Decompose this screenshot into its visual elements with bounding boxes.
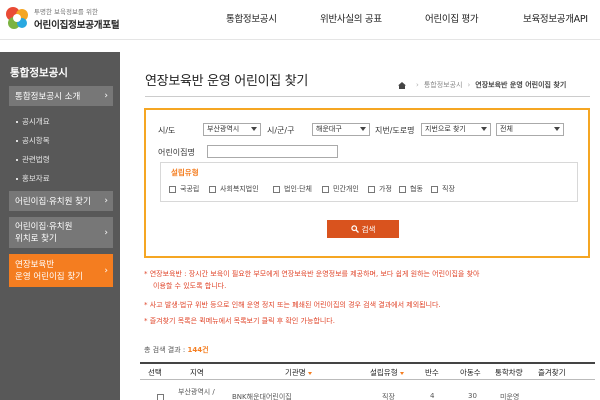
sidebar-subitem-items[interactable]: 공시항목	[16, 135, 50, 146]
sidebar-subitem-overview[interactable]: 공시개요	[16, 116, 50, 127]
column-favorite: 즐겨찾기	[538, 368, 566, 377]
road-detail-select[interactable]: 전체	[496, 123, 564, 136]
sidebar-item-label: 통합정보공시 소개	[15, 92, 81, 102]
search-button[interactable]: 검색	[327, 220, 399, 238]
sidebar-item-location[interactable]: 어린이집·유치원 위치로 찾기 ›	[9, 217, 113, 248]
road-label: 지번/도로명	[375, 126, 415, 135]
row-name[interactable]: BNK해운대어린이집	[232, 392, 292, 400]
site-header: 투명한 보육정보를 위한 어린이집정보공개포털 통합정보공시 위반사실의 공표 …	[0, 0, 600, 40]
sido-label: 시/도	[158, 126, 176, 135]
chevron-down-icon	[554, 127, 560, 131]
checkbox-icon	[169, 185, 176, 193]
type-checkbox-welfare[interactable]: 사회복지법인	[209, 184, 259, 194]
nav-violation[interactable]: 위반사실의 공표	[320, 11, 382, 25]
row-checkbox[interactable]	[157, 394, 164, 400]
column-classes: 반수	[425, 368, 439, 377]
search-button-label: 검색	[361, 224, 376, 234]
checkbox-icon	[322, 185, 329, 193]
logo-mark-icon	[6, 7, 28, 29]
breadcrumb-separator-icon: ›	[467, 81, 471, 89]
sidebar-subitem-promo[interactable]: 홍보자료	[16, 173, 50, 184]
nav-disclosure[interactable]: 통합정보공시	[226, 11, 277, 25]
chevron-right-icon: ›	[104, 91, 108, 101]
type-checkbox-workplace[interactable]: 직장	[431, 184, 455, 194]
nav-api[interactable]: 보육정보공개API	[523, 11, 588, 25]
checkbox-icon	[273, 185, 280, 193]
column-type[interactable]: 설립유형	[370, 367, 404, 378]
notice-extended-care: * 연장보육반 : 장시간 보육이 필요한 부모에게 연장보육반 운영정보를 제…	[144, 270, 480, 290]
checkbox-icon	[399, 185, 406, 193]
sidebar-item-find[interactable]: 어린이집·유치원 찾기 ›	[9, 191, 113, 211]
column-select: 선택	[148, 368, 162, 377]
results-table-header: 선택 지역 기관명 설립유형 반수 아동수 통학차량 즐겨찾기	[140, 362, 595, 380]
home-icon[interactable]	[398, 81, 406, 89]
sort-arrow-icon	[399, 371, 404, 375]
sidebar-title: 통합정보공시	[10, 67, 68, 79]
breadcrumb-current: 연장보육반 운영 어린이집 찾기	[475, 81, 567, 89]
road-type-select[interactable]: 지번으로 찾기	[421, 123, 491, 136]
notice-favorites: * 즐겨찾기 목록은 퀵메뉴에서 목록보기 클릭 후 확인 가능합니다.	[144, 317, 335, 325]
column-region: 지역	[190, 368, 204, 377]
type-checkbox-home[interactable]: 가정	[368, 184, 392, 194]
sidebar-item-label: 어린이집·유치원 찾기	[15, 197, 91, 207]
breadcrumb-item[interactable]: 통합정보공시	[424, 80, 463, 90]
row-region: 부산광역시 /	[178, 388, 215, 396]
sidebar-subitem-laws[interactable]: 관련법령	[16, 154, 50, 165]
row-children: 30	[468, 392, 477, 400]
type-checkbox-corp[interactable]: 법인·단체	[273, 184, 312, 194]
logo-tagline: 투명한 보육정보를 위한	[34, 8, 98, 16]
sigungu-label: 시/군/구	[267, 126, 295, 135]
sidebar: 통합정보공시 통합정보공시 소개 › 공시개요 공시항목 관련법령 홍보자료 어…	[0, 52, 120, 400]
sort-arrow-icon	[307, 371, 312, 375]
search-panel: 시/도 부산광역시 시/군/구 해운대구 지번/도로명 지번으로 찾기 전체 어…	[144, 108, 590, 258]
sidebar-item-label: 어린이집·유치원 위치로 찾기	[15, 221, 73, 244]
breadcrumb: › 통합정보공시 › 연장보육반 운영 어린이집 찾기	[398, 80, 566, 90]
chevron-right-icon: ›	[104, 196, 108, 206]
type-checkbox-coop[interactable]: 협동	[399, 184, 423, 194]
name-input[interactable]	[207, 145, 338, 158]
table-row[interactable]: 부산광역시 / BNK해운대어린이집 직장 4 30 미운영	[140, 383, 595, 400]
page-title: 연장보육반 운영 어린이집 찾기	[145, 74, 309, 89]
chevron-down-icon	[360, 127, 366, 131]
row-type: 직장	[382, 393, 395, 400]
checkbox-icon	[431, 185, 438, 193]
chevron-right-icon: ›	[104, 265, 108, 276]
chevron-down-icon	[251, 127, 257, 131]
sigungu-select[interactable]: 해운대구	[312, 123, 370, 136]
checkbox-icon	[209, 185, 216, 193]
notice-excluded: * 사고 발생·법규 위반 등으로 인해 운영 정지 또는 폐쇄된 어린이집의 …	[144, 301, 441, 309]
search-icon	[350, 225, 359, 233]
logo-title: 어린이집정보공개포털	[34, 20, 120, 31]
sidebar-item-extended-care[interactable]: 연장보육반 운영 어린이집 찾기 ›	[9, 254, 113, 287]
name-label: 어린이집명	[158, 148, 195, 157]
sidebar-item-intro[interactable]: 통합정보공시 소개 ›	[9, 86, 113, 106]
nav-evaluation[interactable]: 어린이집 평가	[425, 11, 479, 25]
chevron-right-icon: ›	[104, 227, 108, 238]
row-classes: 4	[430, 392, 435, 400]
checkbox-icon	[368, 185, 375, 193]
sido-select[interactable]: 부산광역시	[203, 123, 261, 136]
type-checkbox-public[interactable]: 국공립	[169, 184, 199, 194]
site-logo[interactable]: 투명한 보육정보를 위한 어린이집정보공개포털	[4, 3, 194, 37]
column-children: 아동수	[460, 368, 481, 377]
title-divider	[145, 96, 590, 97]
chevron-down-icon	[481, 127, 487, 131]
row-bus: 미운영	[500, 393, 520, 400]
sidebar-item-label: 연장보육반 운영 어린이집 찾기	[15, 259, 83, 282]
column-bus: 통학차량	[495, 368, 523, 377]
type-group-title: 설립유형	[171, 168, 199, 177]
result-count: 총 검색 결과 : 144건	[144, 346, 209, 354]
breadcrumb-separator-icon: ›	[416, 81, 419, 89]
column-name[interactable]: 기관명	[285, 367, 312, 378]
type-checkbox-private[interactable]: 민간개인	[322, 184, 359, 194]
type-group: 설립유형 국공립 사회복지법인 법인·단체 민간개인 가정 협동 직장	[160, 162, 578, 202]
